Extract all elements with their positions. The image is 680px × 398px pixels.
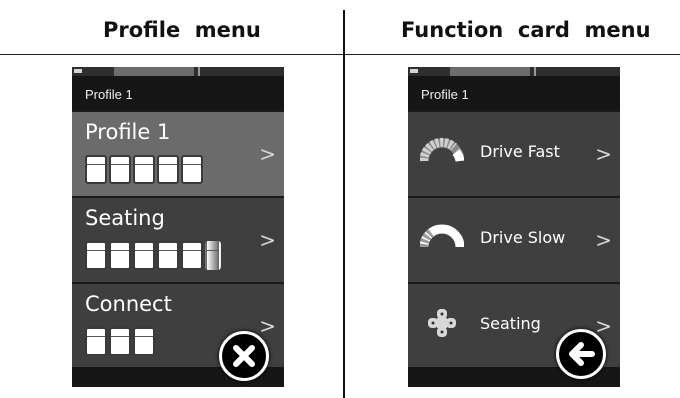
back-arrow-icon xyxy=(569,342,595,366)
segment xyxy=(157,241,179,270)
segment-partial xyxy=(205,241,221,270)
menu-item-profile-1[interactable]: Profile 1 > xyxy=(72,110,284,196)
column-divider xyxy=(343,10,345,398)
segment xyxy=(157,155,179,184)
battery-icon xyxy=(410,69,418,73)
profile-menu-heading: Profile menu xyxy=(103,18,261,42)
function-card-drive-slow[interactable]: Drive Slow > xyxy=(408,196,620,282)
segment xyxy=(85,155,107,184)
status-bar xyxy=(408,67,620,76)
chevron-right-icon: > xyxy=(259,142,276,166)
speed-gauge-slow-icon xyxy=(420,224,464,248)
segment xyxy=(181,241,203,270)
menu-item-label: Seating xyxy=(85,206,165,230)
battery-icon xyxy=(74,69,82,73)
screen-title: Profile 1 xyxy=(85,87,133,102)
menu-item-seating[interactable]: Seating > xyxy=(72,196,284,282)
segment xyxy=(133,241,155,270)
segment xyxy=(85,241,107,270)
segment xyxy=(181,155,203,184)
status-indicator xyxy=(450,67,530,76)
title-bar: Profile 1 xyxy=(72,76,284,112)
close-button[interactable] xyxy=(219,331,269,381)
function-card-label: Seating xyxy=(480,314,541,333)
function-card-drive-fast[interactable]: Drive Fast > xyxy=(408,110,620,196)
status-divider xyxy=(534,67,536,76)
function-card-menu-screen: Profile 1 Drive Fast > Drive Slow > Seat… xyxy=(408,67,620,387)
segment xyxy=(109,327,131,356)
close-x-icon xyxy=(233,345,255,367)
menu-item-label: Profile 1 xyxy=(85,120,171,144)
segment xyxy=(133,155,155,184)
status-bar xyxy=(72,67,284,76)
status-indicator xyxy=(114,67,194,76)
status-divider xyxy=(198,67,200,76)
seating-joystick-icon xyxy=(428,309,456,337)
chevron-right-icon: > xyxy=(595,142,612,166)
header-divider xyxy=(0,54,680,55)
function-card-menu-heading: Function card menu xyxy=(401,18,651,42)
menu-item-label: Connect xyxy=(85,292,172,316)
function-card-label: Drive Slow xyxy=(480,228,566,247)
function-card-label: Drive Fast xyxy=(480,142,560,161)
segment xyxy=(85,327,107,356)
segment xyxy=(109,241,131,270)
chevron-right-icon: > xyxy=(259,228,276,252)
segment xyxy=(133,327,155,356)
profile-menu-screen: Profile 1 Profile 1 > Seating > Connect xyxy=(72,67,284,387)
screen-title: Profile 1 xyxy=(421,87,469,102)
back-button[interactable] xyxy=(556,329,606,379)
speed-gauge-fast-icon xyxy=(420,137,464,162)
chevron-right-icon: > xyxy=(595,228,612,252)
title-bar: Profile 1 xyxy=(408,76,620,112)
segment xyxy=(109,155,131,184)
